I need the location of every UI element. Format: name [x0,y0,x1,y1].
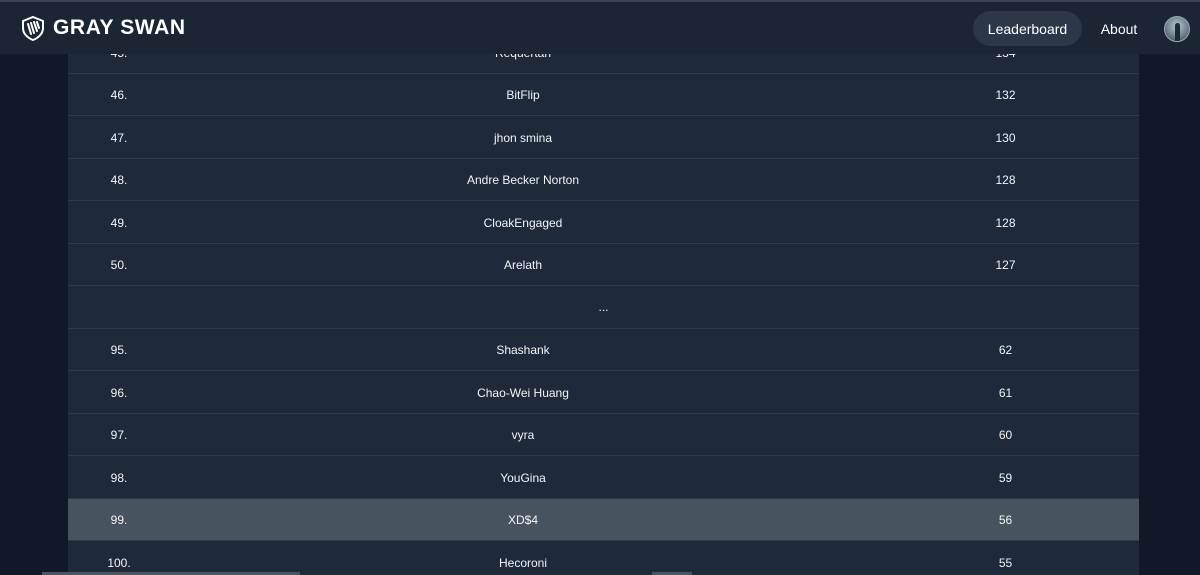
name-cell: vyra [511,428,535,442]
highlighted-table-row: 99. XD$4 56 [68,499,1139,541]
table-row: 95. Shashank 62 [68,329,1139,371]
score-cell: 128 [995,216,1016,230]
score-cell: 130 [995,131,1016,145]
brand-name: GRAY SWAN [53,16,186,39]
score-cell: 55 [998,556,1013,570]
name-cell: CloakEngaged [483,216,563,230]
leaderboard-table: 45. Requertan 134 46. BitFlip 132 47. jh… [68,32,1139,575]
nav-about-link[interactable]: About [1098,11,1140,46]
nav-leaderboard-link[interactable]: Leaderboard [973,11,1082,46]
score-cell: 56 [998,513,1013,527]
rank-cell: 100. [107,556,131,570]
rank-cell: 95. [110,343,128,357]
rank-cell: 97. [110,428,128,442]
table-row: 96. Chao-Wei Huang 61 [68,372,1139,414]
score-cell: 59 [998,471,1013,485]
rank-cell: 99. [110,513,128,527]
table-row: 50. Arelath 127 [68,244,1139,286]
rank-cell: 98. [110,471,128,485]
table-row: 47. jhon smina 130 [68,117,1139,159]
score-cell: 62 [998,343,1013,357]
score-cell: 127 [995,258,1016,272]
rank-cell: 46. [110,88,128,102]
rank-cell: 50. [110,258,128,272]
score-cell: 132 [995,88,1016,102]
name-cell: XD$4 [507,513,539,527]
name-cell: Shashank [496,343,550,357]
name-cell: Chao-Wei Huang [477,386,569,400]
rank-cell: 48. [110,173,128,187]
table-row: 48. Andre Becker Norton 128 [68,159,1139,201]
shield-icon [20,15,46,41]
score-cell: 60 [998,428,1013,442]
ellipsis-text: ... [598,300,609,314]
user-avatar[interactable] [1164,16,1190,42]
name-cell: YouGina [500,471,546,485]
table-row: 100. Hecoroni 55 [68,542,1139,575]
name-cell: Andre Becker Norton [466,173,580,187]
table-row: 98. YouGina 59 [68,457,1139,499]
avatar-figure [1175,23,1180,41]
name-cell: BitFlip [506,88,540,102]
table-row: 49. CloakEngaged 128 [68,202,1139,244]
top-navbar: GRAY SWAN Leaderboard About [0,0,1200,54]
ellipsis-row: ... [68,287,1139,329]
table-row: 97. vyra 60 [68,414,1139,456]
table-row: 46. BitFlip 132 [68,74,1139,116]
name-cell: Arelath [503,258,543,272]
rank-cell: 47. [110,131,128,145]
rank-cell: 96. [110,386,128,400]
score-cell: 128 [995,173,1016,187]
name-cell: jhon smina [493,131,553,145]
score-cell: 61 [998,386,1013,400]
name-cell: Hecoroni [498,556,548,570]
brand-logo-link[interactable]: GRAY SWAN [20,15,186,41]
rank-cell: 49. [110,216,128,230]
